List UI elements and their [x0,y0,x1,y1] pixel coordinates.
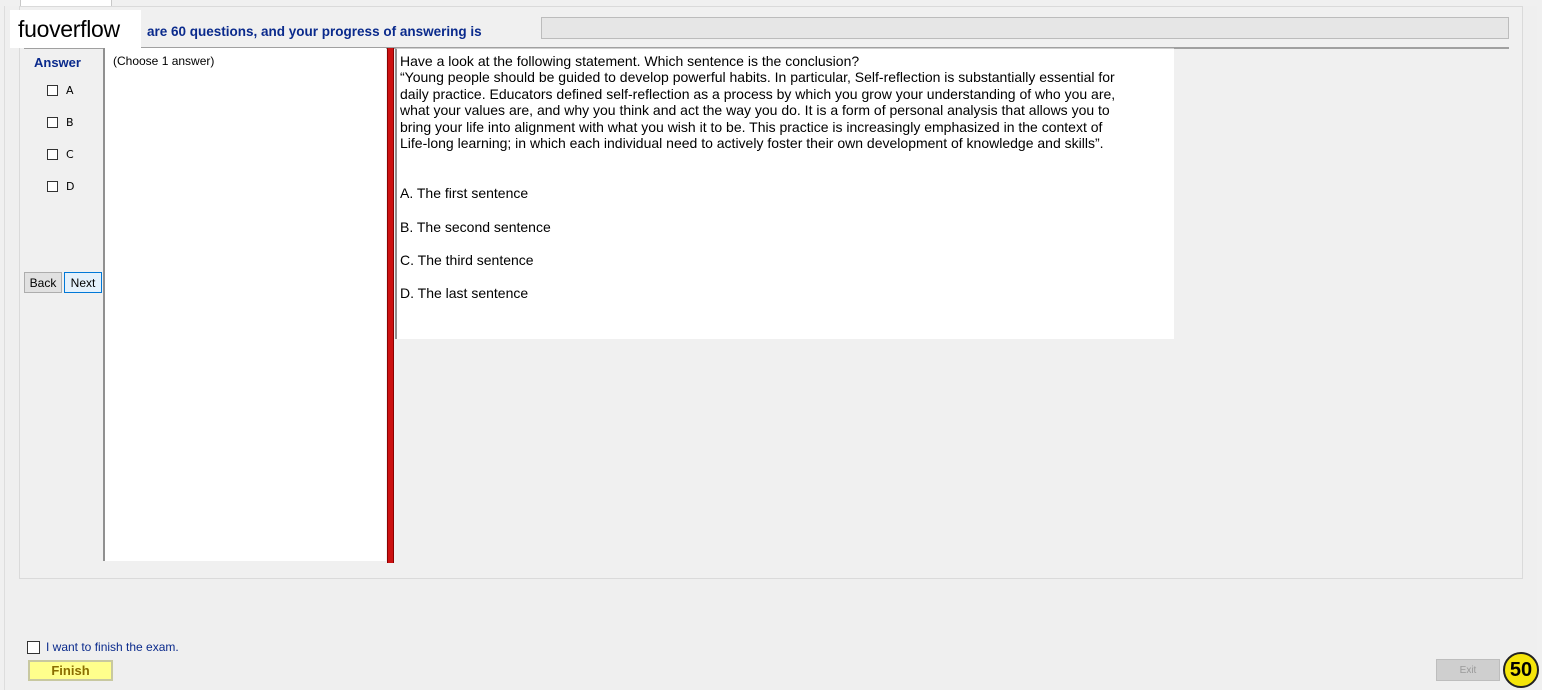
answer-option-d[interactable]: D [47,179,74,193]
checkbox-c[interactable] [47,148,58,160]
answer-option-label: B [66,115,74,129]
question-prompt: Have a look at the following statement. … [400,53,860,69]
checkbox-a[interactable] [47,84,58,96]
checkbox-b[interactable] [47,116,58,128]
choose-instruction: (Choose 1 answer) [113,54,215,68]
answer-option-label: A [66,83,74,97]
finish-exam-checkbox[interactable]: I want to finish the exam. [27,640,179,654]
finish-checkbox-label: I want to finish the exam. [46,640,179,654]
back-button[interactable]: Back [24,272,62,293]
checkbox-d[interactable] [47,180,58,192]
answer-option-a[interactable]: A [47,83,74,97]
answer-title: Answer [34,55,81,70]
answer-option-c[interactable]: C [47,147,74,161]
panel-splitter[interactable] [387,48,394,563]
question-choice-a: A. The first sentence [400,185,529,201]
question-choice-b: B. The second sentence [400,219,551,235]
progress-bar [541,17,1509,39]
answer-option-label: C [66,147,74,161]
question-choice-d: D. The last sentence [400,285,529,301]
next-button[interactable]: Next [64,272,102,293]
question-panel: Have a look at the following statement. … [395,48,1174,339]
answer-option-b[interactable]: B [47,115,74,129]
timer-badge: 50 [1503,652,1539,688]
watermark-logo: fuoverflow [10,10,141,48]
question-choice-c: C. The third sentence [400,252,534,268]
finish-button[interactable]: Finish [28,660,113,681]
question-passage: “Young people should be guided to develo… [400,69,1116,152]
progress-text: are 60 questions, and your progress of a… [147,24,482,39]
answer-option-label: D [66,179,75,193]
exit-button[interactable]: Exit [1436,659,1500,681]
choose-panel: (Choose 1 answer) [103,48,386,561]
finish-checkbox[interactable] [27,640,40,654]
